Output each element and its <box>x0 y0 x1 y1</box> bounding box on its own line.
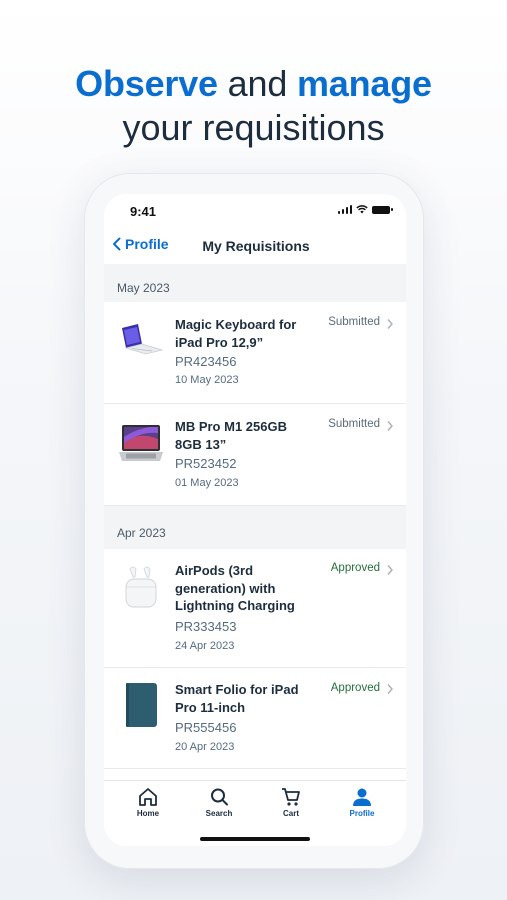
tab-search-label: Search <box>205 809 233 818</box>
tab-search[interactable]: Search <box>189 787 249 818</box>
item-date: 20 Apr 2023 <box>175 741 235 753</box>
magic-keyboard-image <box>122 324 164 355</box>
requisition-row[interactable]: Magic Keyboard for iPad Pro 12,9” PR4234… <box>104 302 406 404</box>
tab-cart-label: Cart <box>282 809 299 818</box>
profile-icon <box>353 788 371 806</box>
status-bar: 9:41 <box>104 194 406 228</box>
tab-home-label: Home <box>136 809 160 818</box>
tab-bar: Home Search Cart Profile <box>104 780 406 846</box>
headline: Observe and manage your requisitions <box>0 62 507 150</box>
item-id: PR333453 <box>175 619 237 634</box>
headline-line-1: Observe and manage <box>0 62 507 106</box>
signal-icon <box>337 205 352 214</box>
status-badge: Approved <box>330 682 380 694</box>
tab-profile-label: Profile <box>349 809 375 818</box>
status-badge: Approved <box>330 562 380 574</box>
status-time: 9:41 <box>130 204 157 219</box>
item-id: PR555456 <box>175 720 237 735</box>
status-badge: Submitted <box>328 316 380 328</box>
cart-icon <box>282 788 300 806</box>
chevron-right-icon <box>387 565 393 575</box>
requisition-row[interactable]: AirPods (3rd generation) with Lightning … <box>104 549 406 668</box>
item-date: 10 May 2023 <box>175 374 239 386</box>
search-icon <box>211 788 228 806</box>
nav-bar: Profile My Requisitions <box>104 228 406 264</box>
item-name: Magic Keyboard for iPad Pro 12,9” <box>175 317 297 350</box>
airpods-image <box>125 566 157 608</box>
requisition-list: May 2023 Magic Keyboard for iPad Pro 12,… <box>104 264 406 769</box>
requisition-row[interactable]: MB Pro M1 256GB 8GB 13” PR523452 01 May … <box>104 404 406 506</box>
status-icons <box>337 205 393 214</box>
section-header-may-2023: May 2023 <box>104 264 406 302</box>
tab-profile[interactable]: Profile <box>332 787 392 818</box>
headline-and: and <box>217 63 297 104</box>
tab-home[interactable]: Home <box>118 787 178 818</box>
macbook-image <box>119 425 163 461</box>
chevron-right-icon <box>387 684 393 694</box>
smart-folio-image <box>126 683 157 727</box>
phone-screen: 9:41 Profile My Requisitions May 2023 Ma… <box>104 194 406 846</box>
tab-cart[interactable]: Cart <box>261 787 321 818</box>
item-name: MB Pro M1 256GB 8GB 13” <box>175 419 287 452</box>
item-name: AirPods (3rd generation) with Lightning … <box>175 563 295 613</box>
headline-manage: manage <box>296 63 432 104</box>
battery-icon <box>372 205 393 214</box>
item-name: Smart Folio for iPad Pro 11-inch <box>175 682 299 715</box>
wifi-icon <box>356 205 368 214</box>
status-badge: Submitted <box>328 418 380 430</box>
headline-observe: Observe <box>75 63 218 104</box>
item-date: 24 Apr 2023 <box>175 640 235 652</box>
chevron-right-icon <box>387 421 393 431</box>
requisition-row[interactable]: Smart Folio for iPad Pro 11-inch PR55545… <box>104 668 406 769</box>
item-id: PR423456 <box>175 354 237 369</box>
item-id: PR523452 <box>175 456 237 471</box>
chevron-right-icon <box>387 319 393 329</box>
headline-line-2: your requisitions <box>122 107 385 148</box>
section-header-apr-2023: Apr 2023 <box>104 506 406 549</box>
home-indicator <box>200 837 310 841</box>
page-title: My Requisitions <box>202 238 310 254</box>
home-icon <box>139 788 157 806</box>
item-date: 01 May 2023 <box>175 477 239 489</box>
